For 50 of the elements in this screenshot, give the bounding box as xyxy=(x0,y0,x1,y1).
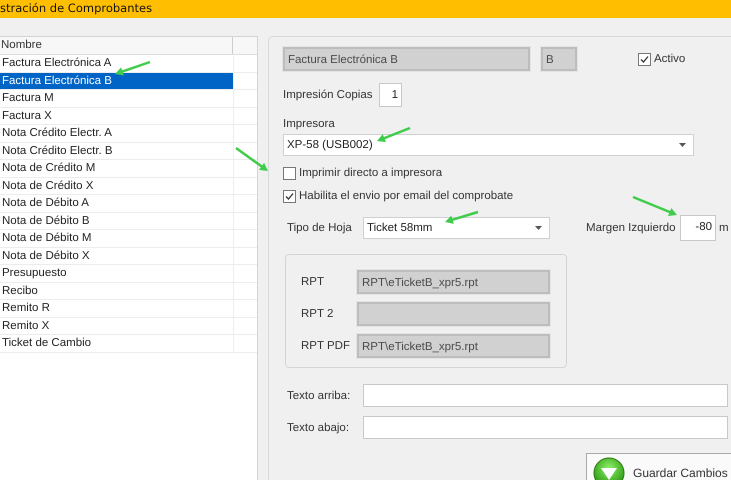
checkbox[interactable] xyxy=(638,52,651,66)
field-label: Tipo de Hoja xyxy=(287,222,353,234)
text-field[interactable] xyxy=(363,416,728,439)
caret-icon xyxy=(535,226,542,230)
field-label: Texto abajo: xyxy=(287,422,350,434)
field-label: RPT PDF xyxy=(301,340,351,352)
caret-icon xyxy=(679,143,686,147)
list-item[interactable]: Nota de Crédito X xyxy=(0,178,233,194)
list-item[interactable]: Nota de Débito A xyxy=(0,195,233,212)
printer-dropdown[interactable]: XP-58 (USB002) xyxy=(283,134,694,156)
sheet-type-dropdown[interactable]: Ticket 58mm xyxy=(363,217,550,239)
list-item[interactable]: Factura Electrónica A xyxy=(0,55,233,72)
list-item[interactable]: Factura X xyxy=(0,108,233,124)
list-item[interactable]: Factura M xyxy=(0,90,233,106)
list-item[interactable]: Nota Crédito Electr. B xyxy=(0,142,233,159)
field-label: Impresora xyxy=(283,117,336,131)
checkbox-label: Activo xyxy=(654,53,686,65)
list-item[interactable]: Remito X xyxy=(0,318,233,334)
list-item[interactable]: Nota Crédito Electr. A xyxy=(0,125,233,142)
checkbox-label: Imprimir directo a impresora xyxy=(299,167,442,179)
download-icon xyxy=(593,457,625,480)
list-item[interactable]: Nota de Débito B xyxy=(0,212,233,229)
field-label: Impresión Copias xyxy=(283,89,374,101)
list-item[interactable]: Nota de Crédito M xyxy=(0,160,233,176)
window-title: stración de Comprobantes xyxy=(0,0,731,18)
checkbox-label: Habilita el envio por email del comprobate xyxy=(299,190,514,202)
field-label: Texto arriba: xyxy=(287,390,352,402)
column-header[interactable]: Nombre xyxy=(0,37,233,54)
list-item[interactable]: Remito R xyxy=(0,300,233,316)
checkbox[interactable] xyxy=(283,166,296,180)
list-item[interactable]: Recibo xyxy=(0,282,233,299)
list-item[interactable]: Ticket de Cambio xyxy=(0,335,233,352)
field-label: RPT 2 xyxy=(301,308,334,320)
list-item[interactable]: Factura Electrónica B xyxy=(0,72,233,89)
list-item[interactable]: Nota de Débito M xyxy=(0,230,233,246)
save-button[interactable]: Guardar Cambios xyxy=(586,453,731,480)
letter-field[interactable]: B xyxy=(541,47,577,71)
list-item[interactable]: Presupuesto xyxy=(0,265,233,282)
report-field[interactable]: RPT\eTicketB_xpr5.rpt xyxy=(357,270,550,294)
report-field[interactable] xyxy=(357,302,550,326)
copies-field[interactable]: 1 xyxy=(379,83,402,107)
margin-field[interactable]: -80 xyxy=(680,215,716,241)
field-label: RPT xyxy=(301,276,325,288)
unit-label: m xyxy=(719,222,729,234)
field-label: Margen Izquierdo xyxy=(586,222,676,234)
name-field[interactable]: Factura Electrónica B xyxy=(283,47,530,71)
checkbox[interactable] xyxy=(283,190,296,202)
report-field[interactable]: RPT\eTicketB_xpr5.rpt xyxy=(357,334,550,358)
list-item[interactable]: Nota de Débito X xyxy=(0,248,233,264)
text-field[interactable] xyxy=(363,384,728,407)
